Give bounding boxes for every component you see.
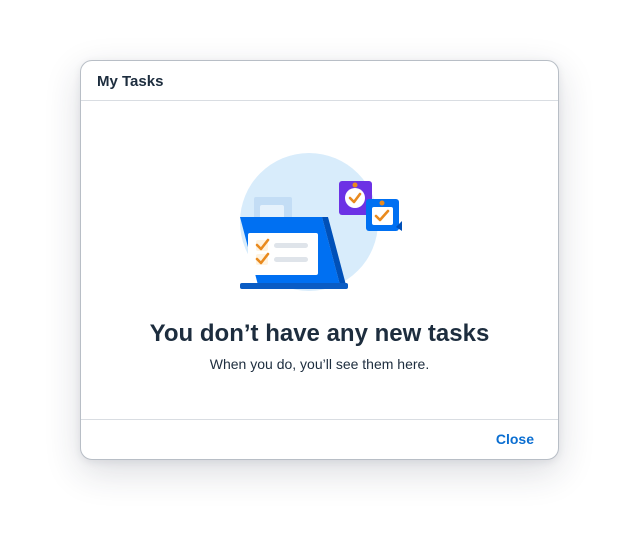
dialog-title: My Tasks — [97, 73, 164, 90]
dialog-body: You don’t have any new tasks When you do… — [81, 101, 558, 419]
empty-state-title: You don’t have any new tasks — [149, 320, 490, 347]
empty-state-subtitle: When you do, you’ll see them here. — [209, 356, 430, 372]
dialog-footer: Close — [81, 419, 558, 459]
my-tasks-dialog: My Tasks You don’t have any new tasks Wh… — [80, 60, 559, 460]
screen: My Tasks You don’t have any new tasks Wh… — [0, 0, 638, 559]
dialog-header: My Tasks — [81, 61, 558, 101]
laptop-with-task-checklist-icon — [240, 153, 402, 291]
close-button[interactable]: Close — [496, 431, 534, 447]
